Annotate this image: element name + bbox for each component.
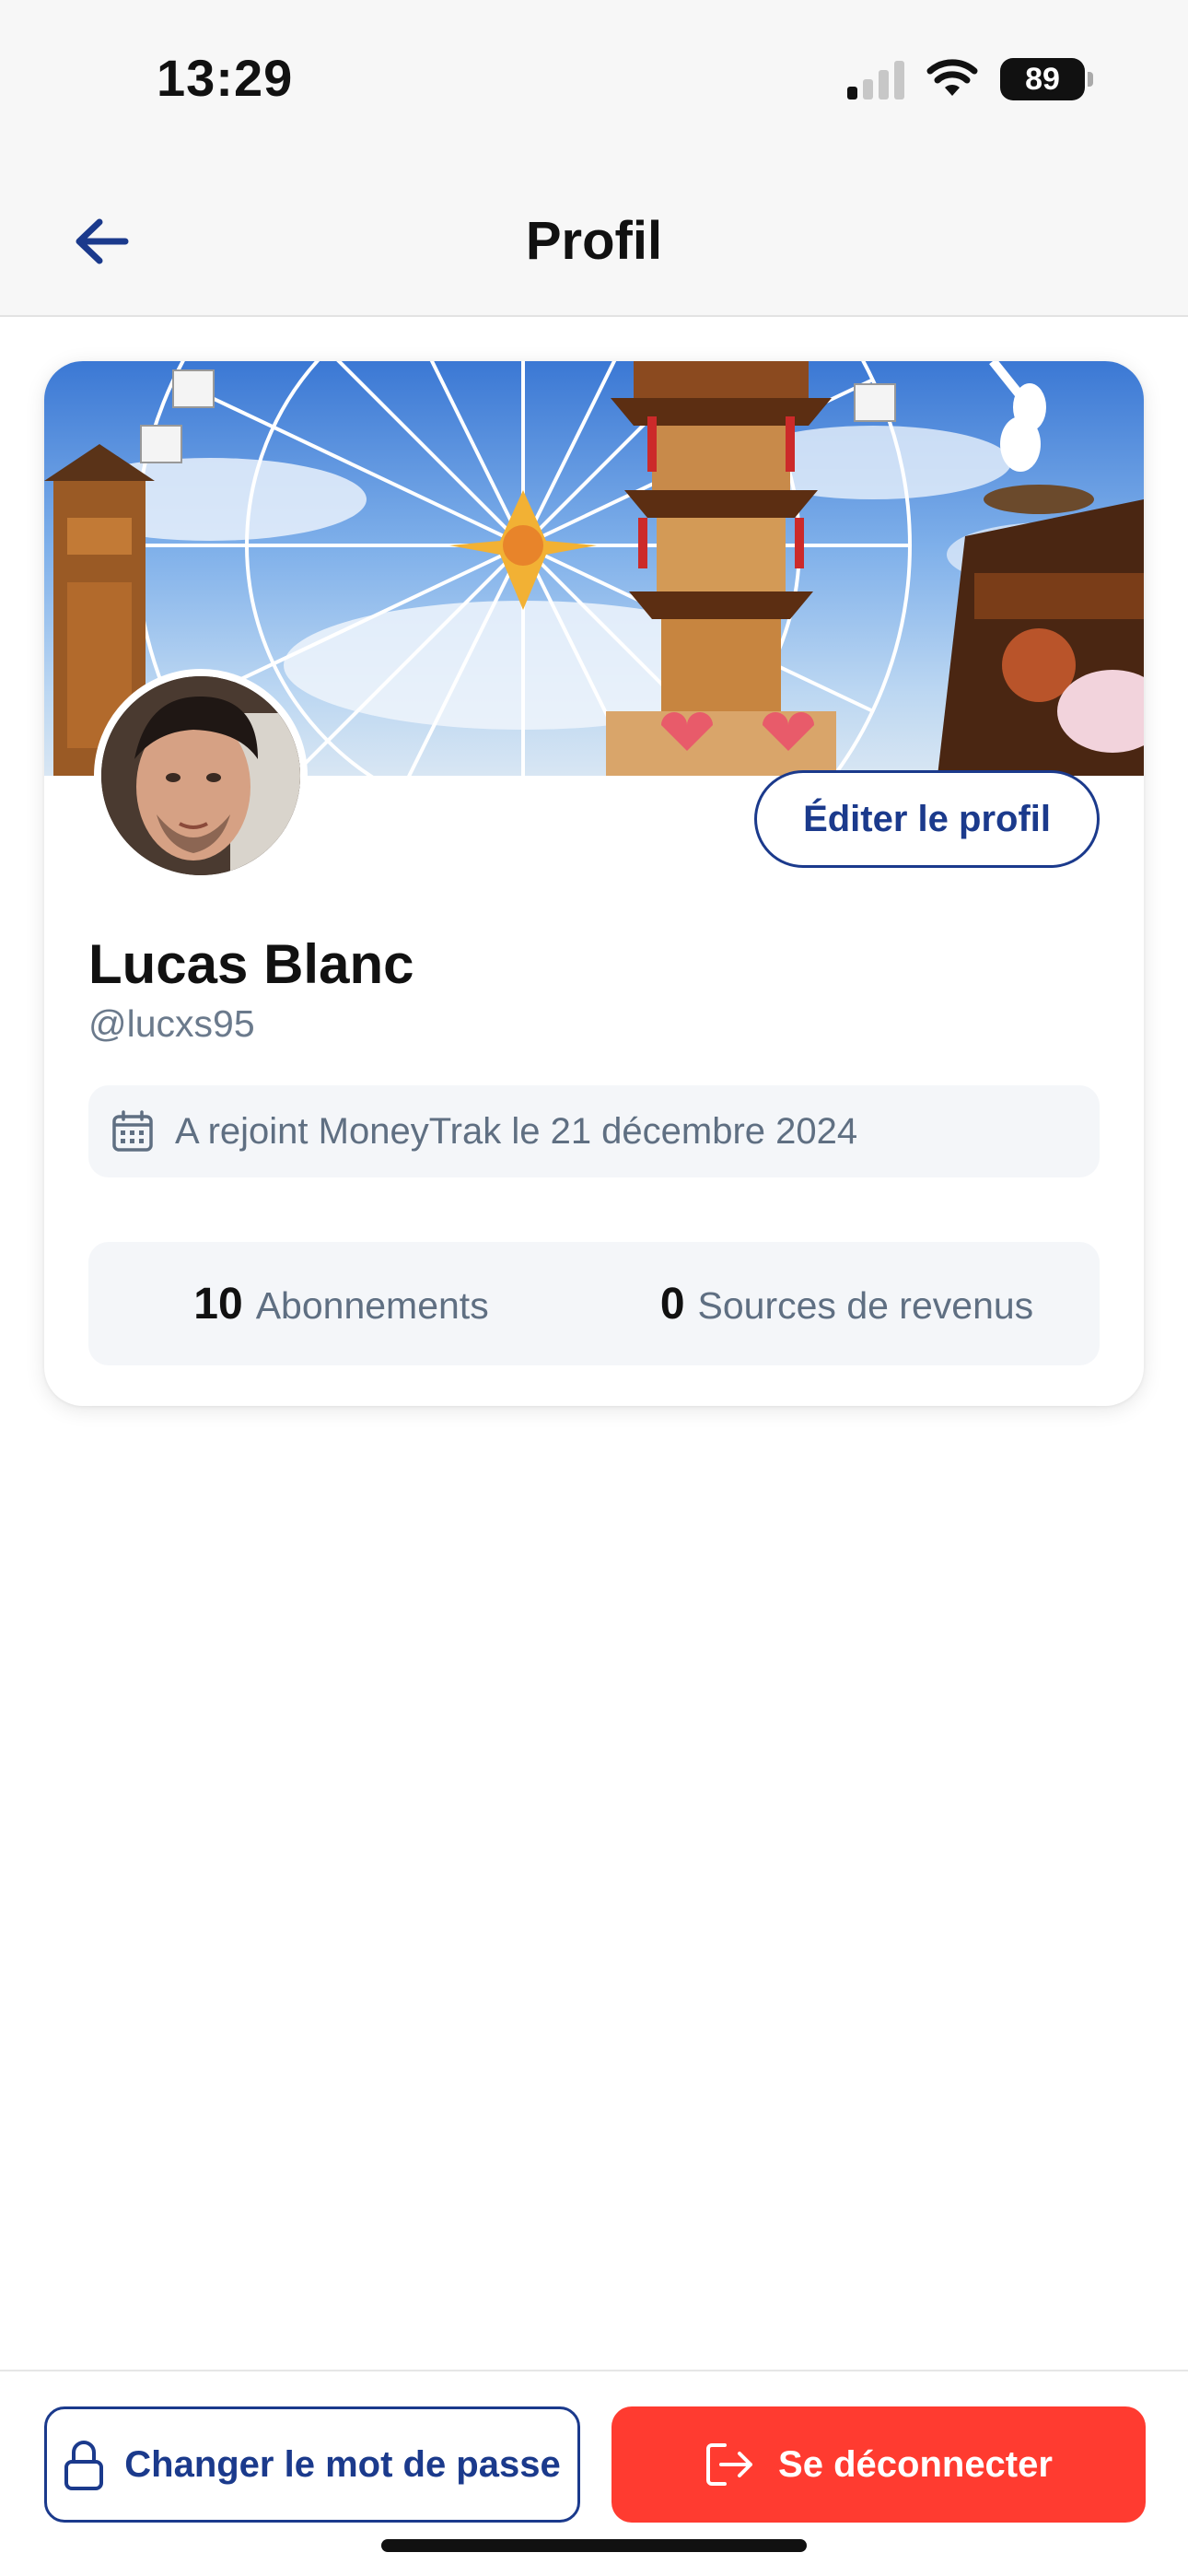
logout-icon [706, 2443, 753, 2486]
status-time: 13:29 [157, 49, 294, 107]
user-handle: @lucxs95 [88, 1002, 255, 1045]
stat-subscriptions-value: 10 [193, 1279, 243, 1329]
avatar-photo [101, 676, 300, 875]
edit-profile-button[interactable]: Éditer le profil [754, 770, 1100, 868]
status-icons: 89 [847, 55, 1093, 103]
navigation-bar: Profil [0, 166, 1188, 317]
change-password-button[interactable]: Changer le mot de passe [44, 2406, 580, 2523]
stat-income-sources-label: Sources de revenus [697, 1283, 1034, 1327]
join-date-text: A rejoint MoneyTrak le 21 décembre 2024 [175, 1110, 858, 1152]
logout-button[interactable]: Se déconnecter [611, 2406, 1146, 2523]
logout-label: Se déconnecter [778, 2443, 1053, 2485]
lock-icon [64, 2441, 104, 2490]
stat-subscriptions[interactable]: 10 Abonnements [88, 1279, 594, 1329]
status-bar: 13:29 89 [0, 0, 1188, 166]
home-indicator[interactable] [381, 2539, 807, 2552]
edit-profile-label: Éditer le profil [803, 798, 1051, 839]
stats-box: 10 Abonnements 0 Sources de revenus [88, 1242, 1100, 1365]
avatar[interactable] [94, 669, 308, 883]
stat-subscriptions-label: Abonnements [255, 1283, 489, 1327]
battery-level: 89 [1025, 61, 1060, 97]
profile-card: Éditer le profil Lucas Blanc @lucxs95 A … [44, 361, 1144, 1406]
change-password-label: Changer le mot de passe [124, 2443, 561, 2485]
user-name: Lucas Blanc [88, 933, 414, 995]
stat-income-sources[interactable]: 0 Sources de revenus [594, 1279, 1100, 1329]
calendar-icon [112, 1110, 153, 1152]
wifi-icon [926, 59, 978, 96]
stat-income-sources-value: 0 [659, 1279, 685, 1329]
page-title: Profil [525, 211, 663, 271]
join-date-info: A rejoint MoneyTrak le 21 décembre 2024 [88, 1085, 1100, 1177]
cellular-signal-icon [847, 59, 904, 100]
battery-indicator: 89 [1000, 58, 1093, 100]
